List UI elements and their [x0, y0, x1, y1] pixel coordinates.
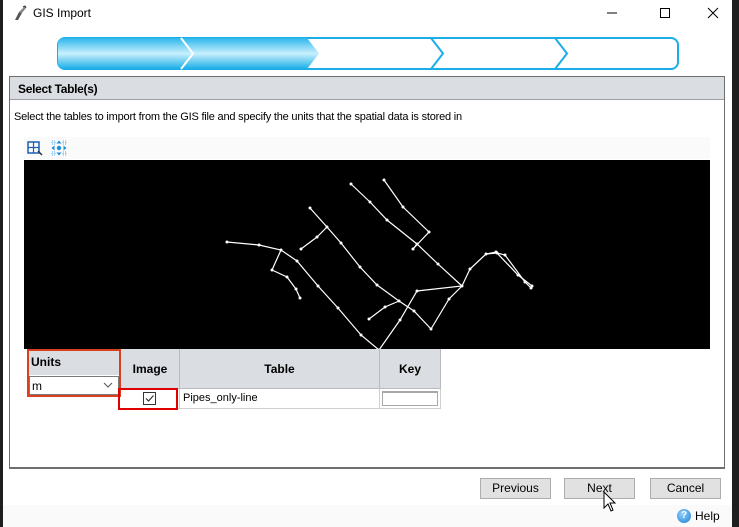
pipe-node: [225, 240, 229, 244]
pipe-node: [415, 242, 419, 246]
pipe-node: [316, 284, 320, 288]
pan-icon[interactable]: [51, 140, 67, 156]
section-description: Select the tables to import from the GIS…: [14, 111, 462, 123]
pipe-node: [295, 259, 299, 263]
pipe-node: [257, 243, 261, 247]
pipe-node: [427, 230, 431, 234]
pipe-node: [336, 306, 340, 310]
units-header: Units: [29, 351, 119, 375]
pipe-node: [397, 299, 401, 303]
pipe-line: [378, 251, 533, 349]
maximize-button[interactable]: [645, 2, 685, 24]
next-button[interactable]: Next: [564, 478, 635, 499]
close-icon: [707, 7, 719, 19]
pipe-node: [401, 205, 405, 209]
pipe-node: [385, 218, 389, 222]
footer-bar: [3, 505, 732, 527]
pipe-node: [315, 235, 319, 239]
progress-fill: [58, 38, 319, 69]
pipe-node: [516, 273, 520, 277]
pipe-node: [460, 284, 464, 288]
units-selected-value: m: [32, 379, 42, 393]
minimize-icon: [607, 12, 617, 14]
pipe-node: [523, 280, 527, 284]
previous-button[interactable]: Previous: [480, 478, 551, 499]
pipe-line: [368, 300, 400, 320]
wizard-progress-bar: [57, 37, 679, 70]
window-title: GIS Import: [33, 6, 92, 20]
key-cell: [380, 389, 441, 409]
help-link[interactable]: ? Help: [677, 509, 720, 523]
close-button[interactable]: [693, 2, 733, 24]
table-name-cell[interactable]: Pipes_only-line: [180, 389, 380, 409]
help-label: Help: [695, 509, 720, 523]
units-panel: Units m: [27, 349, 121, 397]
pipe-node: [367, 317, 371, 321]
pipe-line: [383, 179, 430, 250]
pipe-node: [382, 178, 386, 182]
pipe-node: [358, 265, 362, 269]
units-label: Units: [31, 355, 61, 369]
pipe-node: [429, 327, 433, 331]
pipe-node: [298, 296, 302, 300]
pipe-node: [368, 200, 372, 204]
pipe-node: [308, 206, 312, 210]
pipe-node: [436, 262, 440, 266]
pipe-node: [415, 289, 419, 293]
pipe-node: [285, 275, 289, 279]
section-title: Select Table(s): [18, 82, 98, 96]
pipe-line: [350, 183, 463, 287]
column-header-key[interactable]: Key: [380, 349, 441, 389]
pipe-line: [430, 285, 463, 330]
map-preview[interactable]: [24, 160, 710, 349]
help-icon: ?: [677, 509, 691, 523]
image-checkbox[interactable]: [143, 392, 156, 405]
image-cell: [121, 389, 180, 409]
pipe-node: [484, 252, 488, 256]
pipe-line: [271, 249, 301, 299]
column-header-image[interactable]: Image: [121, 349, 180, 389]
table-name: Pipes_only-line: [183, 392, 258, 404]
pipe-node: [398, 318, 402, 322]
pipe-node: [270, 268, 274, 272]
pipe-node: [375, 283, 379, 287]
pipe-node: [412, 309, 416, 313]
pipe-node: [529, 286, 533, 290]
content-panel: Select Table(s) Select the tables to imp…: [9, 76, 725, 469]
units-dropdown[interactable]: m: [29, 376, 119, 395]
chevron-down-icon: [103, 382, 113, 388]
pipe-node: [325, 225, 329, 229]
pipe-line: [226, 241, 379, 349]
pipe-node: [349, 182, 353, 186]
pipe-node: [359, 333, 363, 337]
column-header-table[interactable]: Table: [180, 349, 380, 389]
section-header: Select Table(s): [10, 77, 724, 100]
pipe-node: [339, 241, 343, 245]
key-input[interactable]: [382, 391, 438, 406]
pipe-node: [411, 247, 415, 251]
map-toolbar: [24, 137, 710, 159]
pipe-node: [383, 305, 387, 309]
minimize-button[interactable]: [592, 2, 632, 24]
pipe-node: [495, 251, 499, 255]
pipe-node: [279, 248, 283, 252]
title-bar: GIS Import: [3, 0, 732, 28]
cancel-button[interactable]: Cancel: [650, 478, 721, 499]
pipe-node: [294, 287, 298, 291]
app-icon: [15, 5, 27, 20]
gis-import-window: GIS Import Select Table(s) Select the ta…: [3, 0, 732, 527]
checkmark-icon: [145, 395, 154, 402]
pipe-line: [300, 226, 328, 250]
pipe-node: [503, 253, 507, 257]
pipe-node: [299, 247, 303, 251]
maximize-icon: [660, 8, 670, 18]
pipe-node: [447, 297, 451, 301]
pipe-node: [468, 267, 472, 271]
zoom-extent-icon[interactable]: [27, 140, 43, 156]
